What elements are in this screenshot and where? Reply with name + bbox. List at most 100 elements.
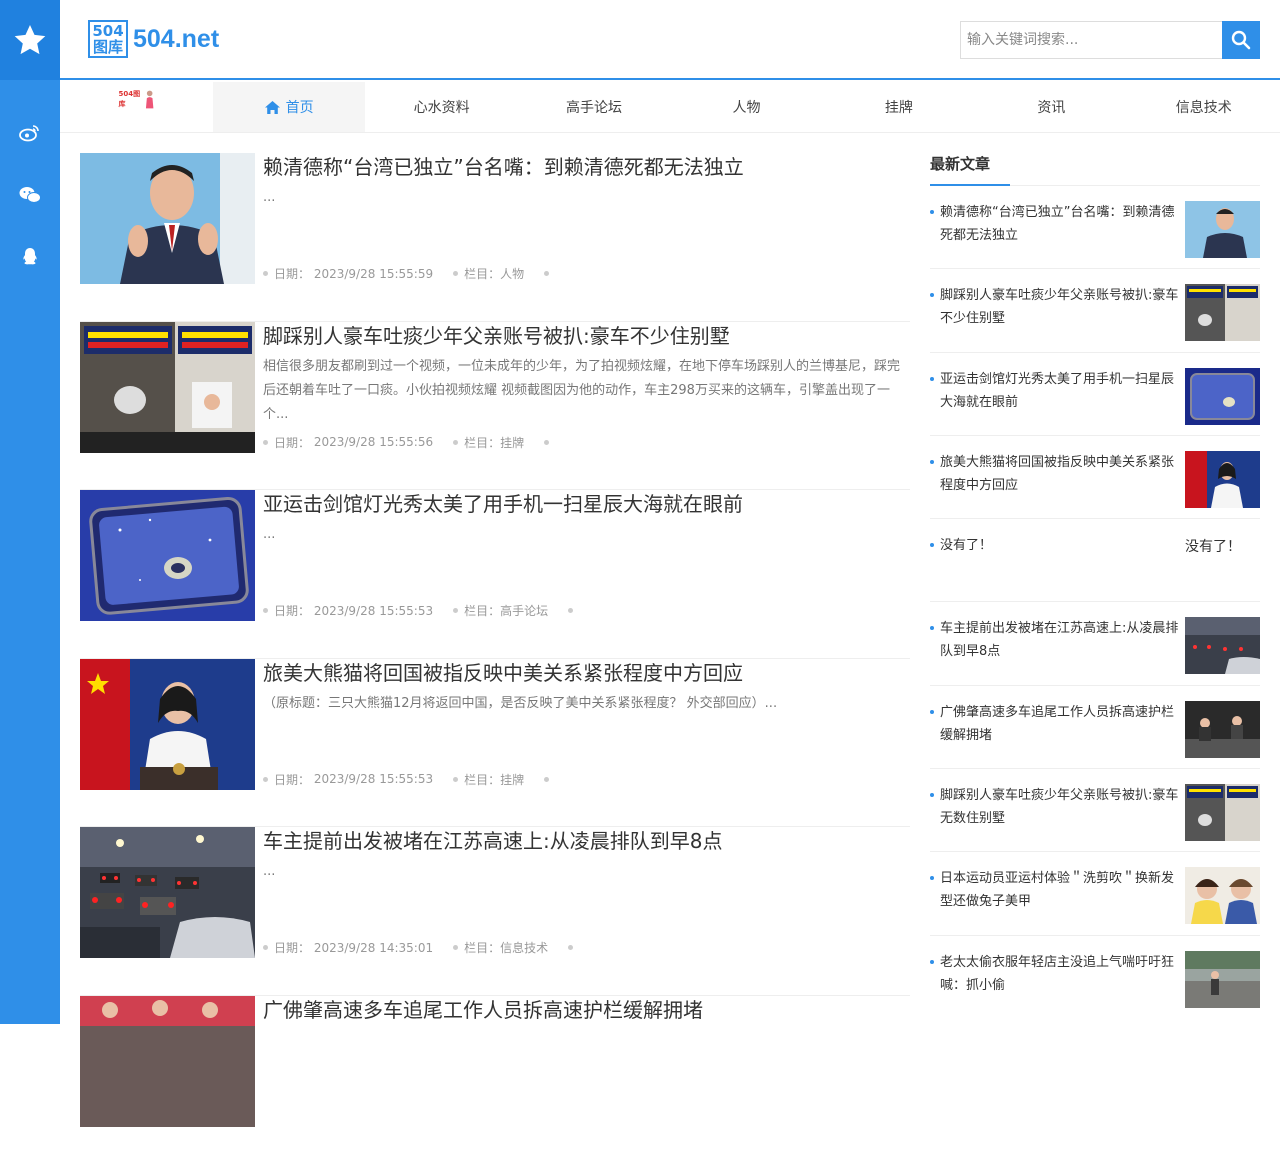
star-icon [12, 22, 48, 58]
nav-logo-image: 504图库 [118, 88, 154, 110]
sidebar-title: 最新文章 [930, 153, 1260, 174]
article-image-traffic-jam [80, 827, 255, 958]
category-label: 栏目： [464, 602, 500, 619]
weibo-button[interactable] [0, 102, 60, 164]
sidebar-item[interactable]: 脚踩别人豪车吐痰少年父亲账号被扒:豪车无数住别墅 [930, 769, 1260, 852]
sidebar-image-spokesperson [1185, 451, 1260, 508]
category-label: 栏目： [464, 939, 500, 956]
sidebar-thumb[interactable] [1185, 451, 1260, 508]
category-label: 栏目： [464, 771, 500, 788]
article-category[interactable]: 信息技术 [500, 939, 548, 956]
sidebar-item[interactable]: 旅美大熊猫将回国被指反映中美关系紧张程度中方回应 [930, 436, 1260, 519]
article-thumb[interactable] [80, 996, 255, 1127]
nav-xinshui[interactable]: 心水资料 [365, 82, 517, 132]
article-meta: 日期： 2023/9/28 14:35:01 栏目：信息技术 [263, 939, 579, 956]
sidebar-image-phone-lightshow [1185, 368, 1260, 425]
article-category[interactable]: 高手论坛 [500, 602, 548, 619]
logo-mark: 504图库 [88, 20, 128, 58]
search-button[interactable] [1222, 21, 1260, 59]
article-item: 赖清德称“台湾已独立”台名嘴：到赖清德死都无法独立 ... 日期： 2023/9… [80, 153, 910, 322]
weibo-icon [19, 124, 41, 142]
sidebar-item[interactable]: 赖清德称“台湾已独立”台名嘴：到赖清德死都无法独立 [930, 186, 1260, 269]
article-excerpt: ... [263, 523, 910, 547]
sidebar-item[interactable]: 亚运击剑馆灯光秀太美了用手机一扫星辰大海就在眼前 [930, 353, 1260, 436]
sidebar-item[interactable]: 车主提前出发被堵在江苏高速上:从凌晨排队到早8点 [930, 602, 1260, 685]
search-input[interactable] [960, 21, 1222, 59]
sidebar-item-title[interactable]: 日本运动员亚运村体验＂洗剪吹＂换新发型还做兔子美甲 [930, 867, 1182, 913]
nav-home-label: 首页 [286, 97, 314, 117]
article-thumb[interactable] [80, 827, 255, 958]
article-image-spokesperson [80, 659, 255, 790]
article-title[interactable]: 赖清德称“台湾已独立”台名嘴：到赖清德死都无法独立 [263, 153, 744, 181]
nav-logo[interactable]: 504图库 [60, 82, 213, 132]
article-category[interactable]: 挂牌 [500, 771, 524, 788]
favorite-button[interactable] [0, 0, 60, 80]
article-category[interactable]: 挂牌 [500, 434, 524, 451]
sidebar-image-car-video [1185, 284, 1260, 341]
sidebar-thumb[interactable] [1185, 201, 1260, 258]
nav-logo-text: 504图库 [118, 89, 145, 109]
sidebar-item[interactable]: 老太太偷衣服年轻店主没追上气喘吁吁狂喊：抓小偷 [930, 936, 1260, 1019]
article-meta: 日期： 2023/9/28 15:55:53 栏目：高手论坛 [263, 602, 579, 619]
nav-home[interactable]: 首页 [213, 82, 365, 132]
article-thumb[interactable] [80, 153, 255, 284]
article-image-commentator [80, 153, 255, 284]
site-logo[interactable]: 504图库 504.net [88, 20, 219, 58]
sidebar-thumb[interactable] [1185, 951, 1260, 1008]
sidebar-item[interactable]: 没有了！ 没有了！ [930, 519, 1260, 602]
article-date: 2023/9/28 15:55:56 [314, 435, 433, 449]
article-title[interactable]: 广佛肇高速多车追尾工作人员拆高速护栏缓解拥堵 [263, 996, 703, 1024]
article-thumb[interactable] [80, 659, 255, 790]
article-title[interactable]: 亚运击剑馆灯光秀太美了用手机一扫星辰大海就在眼前 [263, 490, 743, 518]
sidebar-item-title[interactable]: 车主提前出发被堵在江苏高速上:从凌晨排队到早8点 [930, 617, 1182, 663]
sidebar-thumb[interactable] [1185, 368, 1260, 425]
article-meta: 日期： 2023/9/28 15:55:56 栏目：挂牌 [263, 434, 555, 451]
article-category[interactable]: 人物 [500, 265, 524, 282]
article-image-phone-lightshow [80, 490, 255, 621]
sidebar-thumb[interactable] [1185, 617, 1260, 674]
nav-people[interactable]: 人物 [670, 82, 822, 132]
date-label: 日期： [274, 265, 310, 282]
qq-button[interactable] [0, 226, 60, 288]
sidebar-thumb[interactable] [1185, 284, 1260, 341]
nav-forum[interactable]: 高手论坛 [518, 82, 670, 132]
sidebar-item-title[interactable]: 亚运击剑馆灯光秀太美了用手机一扫星辰大海就在眼前 [930, 368, 1182, 414]
qq-icon [21, 247, 39, 267]
article-date: 2023/9/28 15:55:53 [314, 772, 433, 786]
sidebar-item-title[interactable]: 广佛肇高速多车追尾工作人员拆高速护栏缓解拥堵 [930, 701, 1182, 747]
sidebar-item-title[interactable]: 赖清德称“台湾已独立”台名嘴：到赖清德死都无法独立 [930, 201, 1182, 247]
article-thumb[interactable] [80, 490, 255, 621]
wechat-button[interactable] [0, 164, 60, 226]
article-item: 广佛肇高速多车追尾工作人员拆高速护栏缓解拥堵 [80, 996, 910, 1164]
sidebar-image-highway-crowd [1185, 701, 1260, 758]
nav-it[interactable]: 信息技术 [1128, 82, 1280, 132]
article-title[interactable]: 车主提前出发被堵在江苏高速上:从凌晨排队到早8点 [263, 827, 722, 855]
sidebar-item[interactable]: 脚踩别人豪车吐痰少年父亲账号被扒:豪车不少住别墅 [930, 269, 1260, 352]
article-excerpt: 相信很多朋友都刷到过一个视频，一位未成年的少年，为了拍视频炫耀，在地下停车场踩别… [263, 355, 910, 427]
sidebar-no-image-text: 没有了！ [1185, 536, 1241, 556]
sidebar-item-title[interactable]: 老太太偷衣服年轻店主没追上气喘吁吁狂喊：抓小偷 [930, 951, 1182, 997]
sidebar-image-commentator [1185, 201, 1260, 258]
sidebar-item-title[interactable]: 脚踩别人豪车吐痰少年父亲账号被扒:豪车无数住别墅 [930, 784, 1182, 830]
article-thumb[interactable] [80, 322, 255, 453]
search-bar [960, 21, 1260, 59]
article-item: 脚踩别人豪车吐痰少年父亲账号被扒:豪车不少住别墅 相信很多朋友都刷到过一个视频，… [80, 322, 910, 491]
sidebar-thumb[interactable] [1185, 867, 1260, 924]
sidebar-item[interactable]: 广佛肇高速多车追尾工作人员拆高速护栏缓解拥堵 [930, 686, 1260, 769]
sidebar-thumb[interactable] [1185, 784, 1260, 841]
nav-guapai[interactable]: 挂牌 [823, 82, 975, 132]
category-label: 栏目： [464, 434, 500, 451]
sidebar-item-title[interactable]: 没有了！ [930, 534, 1182, 557]
nav-news[interactable]: 资讯 [975, 82, 1127, 132]
sidebar-item-title[interactable]: 脚踩别人豪车吐痰少年父亲账号被扒:豪车不少住别墅 [930, 284, 1182, 330]
article-date: 2023/9/28 14:35:01 [314, 941, 433, 955]
article-excerpt: ... [263, 860, 910, 884]
article-title[interactable]: 脚踩别人豪车吐痰少年父亲账号被扒:豪车不少住别墅 [263, 322, 730, 350]
sidebar-thumb[interactable] [1185, 701, 1260, 758]
article-title[interactable]: 旅美大熊猫将回国被指反映中美关系紧张程度中方回应 [263, 659, 743, 687]
sidebar-item[interactable]: 日本运动员亚运村体验＂洗剪吹＂换新发型还做兔子美甲 [930, 852, 1260, 935]
sidebar-image-athlete [1185, 867, 1260, 924]
sidebar-image-street [1185, 951, 1260, 1008]
sidebar-item-title[interactable]: 旅美大熊猫将回国被指反映中美关系紧张程度中方回应 [930, 451, 1182, 497]
article-meta: 日期： 2023/9/28 15:55:59 栏目：人物 [263, 265, 555, 282]
